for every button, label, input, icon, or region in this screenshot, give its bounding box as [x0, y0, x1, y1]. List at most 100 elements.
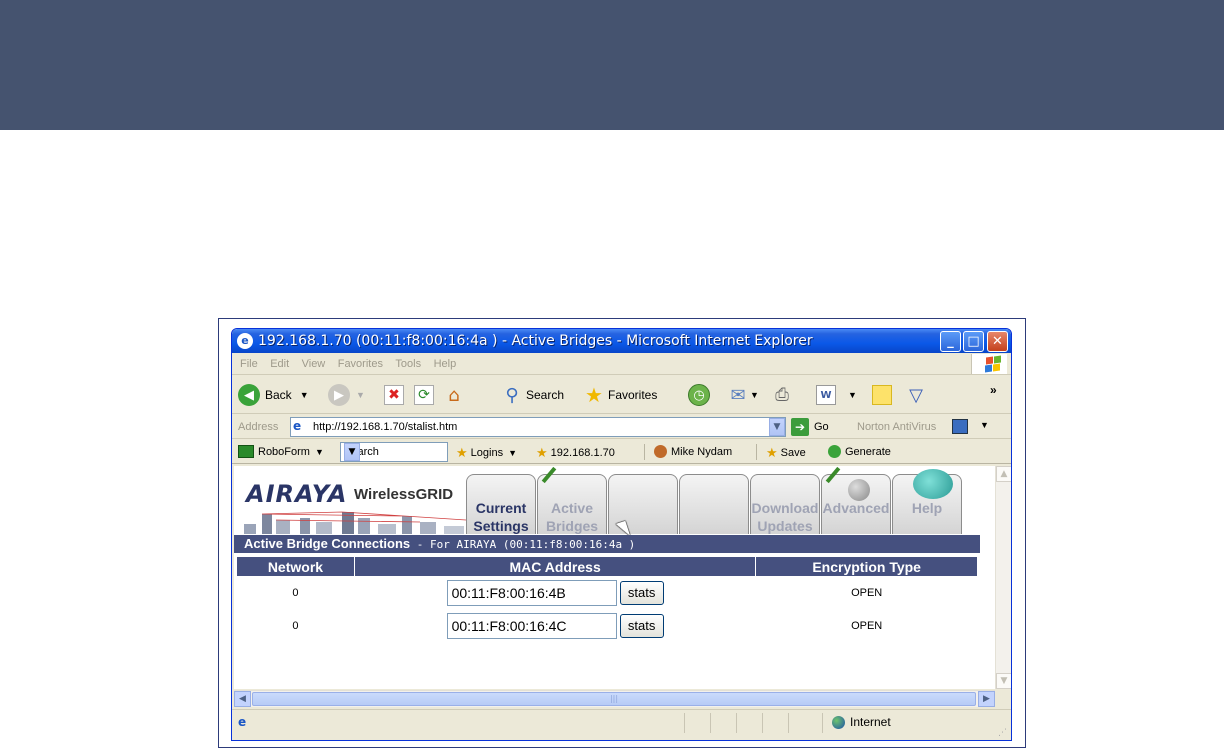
close-button[interactable]: ✕: [987, 331, 1008, 352]
forward-button[interactable]: ▶ ▼: [328, 383, 365, 407]
word-icon: W: [816, 385, 836, 405]
messenger-button[interactable]: ▽: [906, 383, 926, 407]
print-icon: ⎙: [775, 385, 789, 405]
security-zone[interactable]: Internet: [832, 715, 891, 729]
stop-icon: ✖: [384, 385, 404, 405]
title-bar[interactable]: e 192.168.1.70 (00:11:f8:00:16:4a ) - Ac…: [232, 329, 1011, 353]
separator: [644, 444, 645, 460]
generate-button[interactable]: Generate: [828, 445, 891, 458]
tab-line: Help: [911, 500, 943, 516]
tab-current-settings[interactable]: Current Settings: [466, 474, 536, 534]
table-header-row: Network MAC Address Encryption Type: [236, 556, 978, 577]
roboform-search-input[interactable]: Search ▼: [340, 442, 448, 462]
favorites-button[interactable]: ★ Favorites: [584, 383, 657, 407]
search-icon: ⚲: [505, 384, 519, 406]
tab-active-bridges[interactable]: Active Bridges: [537, 466, 607, 534]
scroll-thumb[interactable]: |||: [252, 692, 976, 706]
search-label: Search: [526, 388, 565, 402]
table-row: 0 00:11:F8:00:16:4B stats OPEN: [237, 577, 978, 610]
status-divider: [684, 713, 685, 733]
forward-arrow-icon: ▶: [328, 384, 350, 406]
vertical-scrollbar[interactable]: ▲ ▼: [995, 466, 1011, 689]
minimize-button[interactable]: _: [940, 331, 961, 352]
browser-window: e 192.168.1.70 (00:11:f8:00:16:4a ) - Ac…: [231, 328, 1012, 741]
airaya-logo: AIRAYA WirelessGRID: [242, 472, 474, 534]
favorites-star-icon: ★: [585, 383, 603, 407]
window-title: 192.168.1.70 (00:11:f8:00:16:4a ) - Acti…: [258, 333, 813, 349]
back-dropdown-icon[interactable]: ▼: [300, 390, 309, 400]
generate-icon: [828, 445, 841, 458]
tab-help[interactable]: Help: [892, 469, 962, 534]
menu-tools[interactable]: Tools: [395, 358, 421, 370]
resize-grip-icon[interactable]: ⋰: [998, 728, 1007, 738]
mail-icon: ✉: [730, 384, 746, 406]
tab-download-updates[interactable]: Download Updates: [750, 474, 820, 534]
roboform-button[interactable]: RoboForm ▼: [238, 445, 324, 458]
norton-dropdown-icon[interactable]: ▼: [980, 420, 989, 430]
host-label: 192.168.1.70: [550, 447, 615, 459]
host-passcard-button[interactable]: ★ 192.168.1.70: [536, 445, 615, 461]
save-icon: ★: [766, 445, 778, 460]
save-button[interactable]: ★ Save: [766, 445, 806, 461]
menu-view[interactable]: View: [302, 358, 326, 370]
note-button[interactable]: [872, 383, 892, 407]
maximize-button[interactable]: □: [963, 331, 984, 352]
scroll-left-icon[interactable]: ◀: [234, 691, 251, 707]
back-label: Back: [265, 388, 292, 402]
generate-label: Generate: [845, 445, 891, 458]
stats-button[interactable]: stats: [619, 614, 664, 638]
roboform-dropdown-icon[interactable]: ▼: [315, 447, 324, 457]
address-input[interactable]: e http://192.168.1.70/stalist.htm ▼: [290, 417, 786, 437]
scroll-down-icon[interactable]: ▼: [996, 673, 1011, 689]
menu-favorites[interactable]: Favorites: [338, 358, 383, 370]
search-button[interactable]: ⚲ Search: [502, 383, 564, 407]
mac-field[interactable]: 00:11:F8:00:16:4B: [446, 580, 617, 607]
col-network: Network: [236, 556, 355, 577]
ie-page-icon: e: [238, 715, 247, 729]
menu-help[interactable]: Help: [434, 358, 457, 370]
norton-icon[interactable]: [952, 419, 968, 434]
tab-line: Active: [550, 500, 594, 516]
status-divider: [710, 713, 711, 733]
mac-field[interactable]: 00:11:F8:00:16:4C: [446, 613, 617, 639]
tab-line: Settings: [473, 518, 529, 534]
save-label: Save: [780, 447, 806, 459]
mail-button[interactable]: ✉ ▼: [728, 383, 759, 407]
mail-dropdown-icon[interactable]: ▼: [750, 390, 759, 400]
horizontal-scrollbar[interactable]: ◀ ||| ▶: [234, 690, 995, 707]
bridges-table: Network MAC Address Encryption Type 0 00…: [236, 556, 978, 643]
edit-dropdown-icon[interactable]: ▼: [848, 390, 857, 400]
back-arrow-icon: ◀: [238, 384, 260, 406]
identity-button[interactable]: Mike Nydam: [654, 445, 732, 458]
logins-dropdown-icon[interactable]: ▼: [508, 448, 517, 458]
refresh-button[interactable]: ⟳: [414, 383, 434, 407]
go-arrow-icon[interactable]: ➔: [791, 418, 809, 436]
stats-button[interactable]: stats: [619, 581, 664, 606]
tab-line: Updates: [757, 518, 813, 534]
toolbar-overflow-icon[interactable]: »: [990, 378, 997, 402]
status-divider: [762, 713, 763, 733]
scroll-right-icon[interactable]: ▶: [978, 691, 995, 707]
print-button[interactable]: ⎙: [772, 383, 792, 407]
section-header: Active Bridge Connections - For AIRAYA (…: [234, 535, 980, 553]
passcard-icon: ★: [536, 445, 548, 460]
back-button[interactable]: ◀ Back ▼: [238, 383, 309, 407]
stop-button[interactable]: ✖: [384, 383, 404, 407]
home-button[interactable]: ⌂: [444, 383, 464, 407]
tab-blank-2[interactable]: [679, 474, 749, 534]
go-button[interactable]: Go: [814, 421, 829, 433]
sticky-note-icon: [872, 385, 892, 405]
forward-dropdown-icon[interactable]: ▼: [356, 390, 365, 400]
logins-button[interactable]: ★ Logins ▼: [456, 445, 517, 461]
menu-edit[interactable]: Edit: [270, 358, 289, 370]
menu-file[interactable]: File: [240, 358, 258, 370]
history-icon: ◷: [688, 384, 710, 406]
address-dropdown-icon[interactable]: ▼: [769, 418, 785, 436]
history-button[interactable]: ◷: [688, 383, 710, 407]
roboform-search-dropdown-icon[interactable]: ▼: [344, 443, 360, 461]
tab-advanced[interactable]: Advanced: [821, 466, 891, 534]
scroll-up-icon[interactable]: ▲: [996, 466, 1011, 482]
edit-button[interactable]: W ▼: [816, 383, 857, 407]
norton-antivirus-label: Norton AntiVirus: [857, 421, 937, 433]
status-divider: [822, 713, 823, 733]
